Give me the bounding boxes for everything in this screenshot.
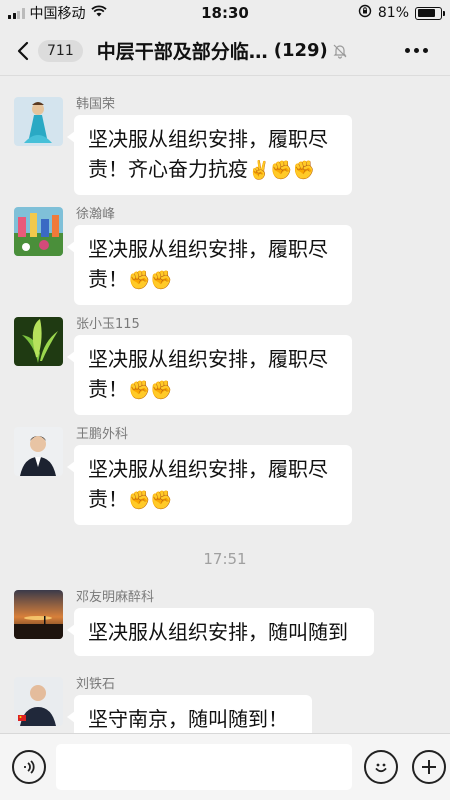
message-text: 责！齐心奋力抗疫	[88, 157, 248, 181]
message-bubble[interactable]: 坚决服从组织安排，履职尽 责！✊✊	[67, 335, 352, 415]
unread-count-badge[interactable]: 711	[38, 39, 83, 62]
avatar[interactable]	[14, 590, 63, 639]
message-text: 坚决服从组织安排，履职尽	[88, 127, 328, 151]
voice-button[interactable]	[12, 750, 46, 784]
battery-percent: 81%	[377, 5, 409, 21]
voice-icon	[24, 760, 35, 774]
status-right: 81%	[282, 4, 445, 22]
plus-button[interactable]	[412, 750, 446, 784]
message-bubble[interactable]: 坚守南京，随叫随到！	[67, 695, 312, 733]
member-count: (129)	[273, 40, 328, 61]
group-title[interactable]: 中层干部及部分临…	[97, 37, 268, 64]
fist-emoji-icon: ✊	[128, 269, 151, 291]
message-text: 坚决服从组织安排，履职尽	[88, 457, 328, 481]
message-text: 责！	[88, 487, 128, 511]
avatar[interactable]	[14, 317, 63, 366]
fist-emoji-icon: ✊	[128, 379, 151, 401]
message-text: 坚决服从组织安排，履职尽	[88, 237, 328, 261]
message-text: 坚决服从组织安排，随叫随到	[88, 620, 348, 644]
sender-name: 徐瀚峰	[76, 207, 116, 222]
back-arrow-icon	[17, 41, 29, 60]
message-bubble[interactable]: 坚决服从组织安排，履职尽 责！齐心奋力抗疫✌️✊✊	[67, 115, 352, 195]
sender-name: 王鹏外科	[76, 427, 129, 442]
victory-emoji-icon: ✌️	[248, 159, 271, 181]
sender-name: 韩国荣	[76, 97, 116, 112]
status-time: 18:30	[201, 4, 249, 22]
avatar[interactable]	[14, 427, 63, 476]
signal-icon	[8, 7, 25, 19]
rotation-lock-icon	[358, 4, 372, 22]
chat-area[interactable]: 韩国荣 坚决服从组织安排，履职尽 责！齐心奋力抗疫✌️✊✊ 徐瀚峰 坚决服从组织…	[0, 77, 450, 733]
status-bar: 中国移动 18:30 81%	[0, 0, 450, 26]
message-text: 坚决服从组织安排，履职尽	[88, 347, 328, 371]
fist-emoji-icon: ✊	[150, 269, 173, 291]
plus-icon	[422, 760, 436, 774]
message-text: 责！	[88, 377, 128, 401]
sender-name: 张小玉115	[76, 317, 140, 332]
avatar[interactable]	[14, 97, 63, 146]
message-text: 责！	[88, 267, 128, 291]
sender-name: 刘铁石	[76, 677, 116, 692]
fist-emoji-icon: ✊	[150, 379, 173, 401]
back-button[interactable]	[8, 26, 38, 76]
more-options-button[interactable]	[405, 48, 428, 53]
chat-header: 711 中层干部及部分临… (129)	[0, 26, 450, 76]
carrier-label: 中国移动	[29, 6, 86, 22]
message-bubble[interactable]: 坚决服从组织安排，履职尽 责！✊✊	[67, 225, 352, 305]
message-bubble[interactable]: 坚决服从组织安排，随叫随到	[67, 608, 374, 656]
emoji-button[interactable]	[364, 750, 398, 784]
message-input[interactable]	[56, 744, 352, 790]
avatar[interactable]	[14, 207, 63, 256]
fist-emoji-icon: ✊	[128, 489, 151, 511]
avatar[interactable]	[14, 677, 63, 726]
input-bar	[0, 733, 450, 800]
mute-bell-icon	[332, 43, 348, 59]
message-bubble[interactable]: 坚决服从组织安排，履职尽 责！✊✊	[67, 445, 352, 525]
status-left: 中国移动	[8, 3, 168, 23]
fist-emoji-icon: ✊	[270, 159, 293, 181]
emoji-icon	[375, 763, 387, 773]
message-text: 坚守南京，随叫随到！	[88, 707, 288, 731]
battery-icon	[415, 6, 445, 20]
fist-emoji-icon: ✊	[292, 159, 316, 181]
sender-name: 邓友明麻醉科	[76, 590, 155, 605]
wifi-icon	[90, 5, 107, 21]
fist-emoji-icon: ✊	[150, 489, 173, 511]
time-separator: 17:51	[203, 550, 247, 568]
